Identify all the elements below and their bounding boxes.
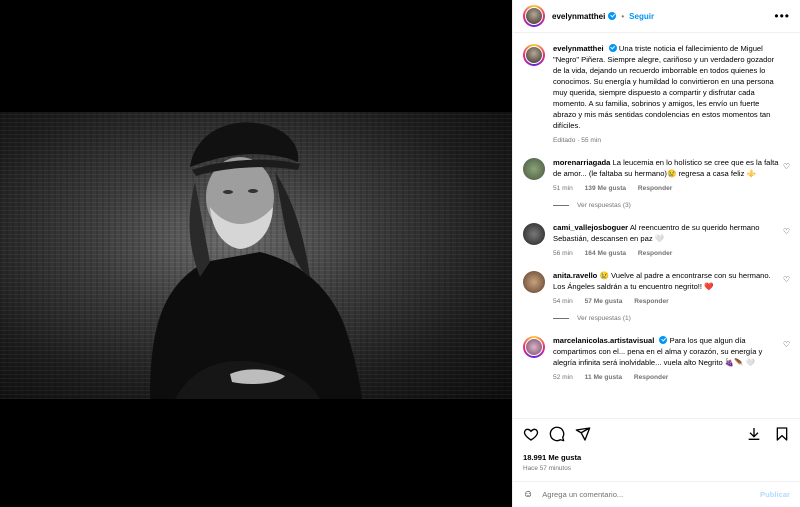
caption-text: Una triste noticia el fallecimiento de M… [553, 44, 775, 130]
bookmark-save-icon[interactable] [774, 426, 790, 447]
comment-likes[interactable]: 11 Me gusta [585, 374, 622, 381]
comment-likes[interactable]: 139 Me gusta [585, 185, 626, 192]
emoji-icon[interactable]: ☺ [523, 489, 533, 500]
reply-button[interactable]: Responder [638, 250, 672, 257]
comments-scroll-area[interactable]: evelynmatthei Una triste noticia el fall… [513, 33, 800, 418]
more-horizontal-icon[interactable]: ••• [774, 10, 790, 22]
view-replies-button[interactable]: Ver respuestas (3) [553, 202, 790, 209]
like-heart-icon[interactable] [523, 426, 539, 447]
post-photo [0, 112, 512, 399]
caption-edited: Editado · 55 min [553, 137, 602, 144]
comment-time: 56 min [553, 250, 573, 257]
share-send-icon[interactable] [575, 426, 591, 447]
caption-username[interactable]: evelynmatthei [553, 44, 604, 53]
commenter-username[interactable]: marcelanicolas.artistavisual [553, 336, 654, 345]
commenter-avatar[interactable] [523, 158, 545, 180]
verified-badge-icon [659, 336, 668, 344]
post-panel: evelynmatthei • Seguir ••• evelynmatthei… [512, 0, 800, 507]
comment-input[interactable] [542, 490, 761, 499]
separator-dot: • [621, 11, 625, 21]
comment-item: marcelanicolas.artistavisual Para los qu… [523, 335, 790, 381]
comment-item: cami_vallejosboguer Al reencuentro de su… [523, 222, 790, 257]
comment-like-heart-icon[interactable]: ♡ [783, 275, 790, 284]
commenter-avatar[interactable] [523, 223, 545, 245]
comment-likes[interactable]: 164 Me gusta [585, 250, 626, 257]
reply-button[interactable]: Responder [638, 185, 672, 192]
publish-button[interactable]: Publicar [760, 490, 790, 499]
comment-item: morenarriagada La leucemia en lo holísti… [523, 157, 790, 209]
comment-bubble-icon[interactable] [549, 426, 565, 447]
comment-time: 52 min [553, 374, 573, 381]
comment-box: ☺ Publicar [513, 481, 800, 507]
commenter-username[interactable]: anita.ravello [553, 271, 597, 280]
view-replies-button[interactable]: Ver respuestas (1) [553, 315, 790, 322]
commenter-username[interactable]: cami_vallejosboguer [553, 223, 628, 232]
verified-badge-icon [608, 12, 617, 20]
reply-button[interactable]: Responder [634, 298, 668, 305]
post-media[interactable] [0, 0, 512, 507]
comment-like-heart-icon[interactable]: ♡ [783, 340, 790, 349]
download-icon[interactable] [746, 426, 762, 447]
post-time-ago: Hace 57 minutos [523, 465, 571, 472]
comment-likes[interactable]: 57 Me gusta [585, 298, 623, 305]
comment-like-heart-icon[interactable]: ♡ [783, 227, 790, 236]
follow-button[interactable]: Seguir [629, 12, 654, 21]
likes-count[interactable]: 18.991 Me gusta [523, 453, 790, 462]
portrait-illustration [150, 122, 362, 399]
commenter-avatar[interactable] [523, 271, 545, 293]
caption-avatar[interactable] [523, 44, 545, 66]
comment-like-heart-icon[interactable]: ♡ [783, 162, 790, 171]
post-header: evelynmatthei • Seguir ••• [513, 0, 800, 33]
reply-button[interactable]: Responder [634, 374, 668, 381]
author-avatar[interactable] [523, 5, 545, 27]
comment-time: 54 min [553, 298, 573, 305]
commenter-username[interactable]: morenarriagada [553, 158, 610, 167]
author-username[interactable]: evelynmatthei [552, 12, 605, 21]
verified-badge-icon [608, 44, 617, 52]
comment-time: 51 min [553, 185, 573, 192]
caption: evelynmatthei Una triste noticia el fall… [523, 43, 790, 144]
comment-item: anita.ravello 😢 Vuelve al padre a encont… [523, 270, 790, 322]
commenter-avatar[interactable] [523, 336, 545, 358]
